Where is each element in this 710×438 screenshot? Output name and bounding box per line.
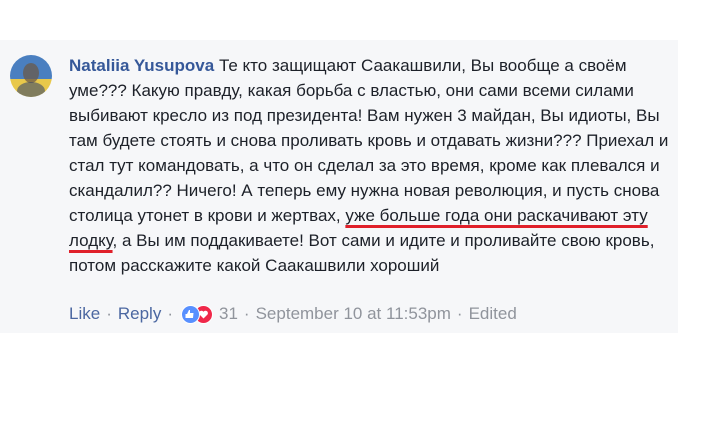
- comment-body: Nataliia Yusupova Те кто защищают Саакаш…: [69, 53, 674, 278]
- like-icon: [181, 304, 200, 324]
- author-name[interactable]: Nataliia Yusupova: [69, 56, 214, 75]
- comment-card: Nataliia Yusupova Те кто защищают Саакаш…: [0, 40, 678, 333]
- comment-text: Те кто защищают Саакашвили, Вы вообще а …: [69, 56, 669, 225]
- reaction-count: 31: [219, 304, 238, 323]
- separator: ·: [106, 304, 112, 323]
- timestamp[interactable]: September 10 at 11:53pm: [256, 303, 451, 325]
- reactions-summary[interactable]: 31: [181, 303, 238, 325]
- separator: ·: [167, 304, 173, 323]
- edited-label[interactable]: Edited: [469, 303, 517, 325]
- avatar[interactable]: [10, 55, 52, 97]
- separator: ·: [456, 304, 463, 323]
- avatar-image: [10, 55, 52, 97]
- reply-button[interactable]: Reply: [118, 303, 161, 325]
- comment-actions: Like · Reply · 31 · September 10 at 11:5…: [69, 303, 517, 325]
- like-button[interactable]: Like: [69, 303, 100, 325]
- comment-text-end: , а Вы им поддакиваете! Вот сами и идите…: [69, 231, 655, 275]
- separator: ·: [243, 304, 250, 323]
